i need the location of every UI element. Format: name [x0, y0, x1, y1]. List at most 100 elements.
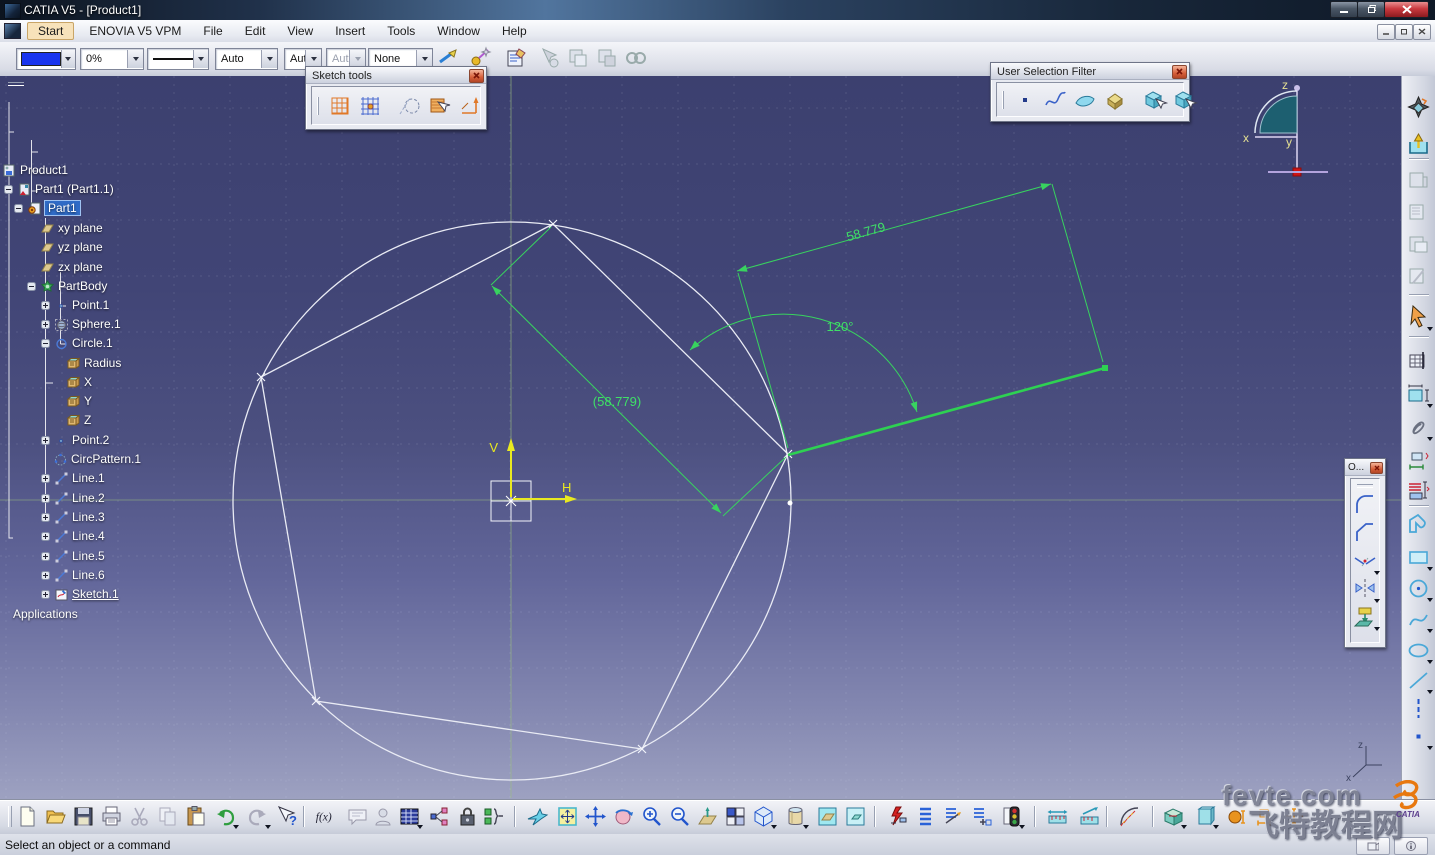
- undo-icon[interactable]: [214, 805, 239, 829]
- minimize-button[interactable]: [1330, 1, 1358, 18]
- mdi-close-button[interactable]: [1413, 24, 1431, 40]
- isometric-view-icon[interactable]: [752, 805, 777, 829]
- curve-filter-icon[interactable]: [1042, 87, 1068, 113]
- normal-view-icon[interactable]: [696, 805, 719, 828]
- multi-view-icon[interactable]: [724, 805, 747, 828]
- curvature-analysis-icon[interactable]: [1118, 805, 1141, 828]
- swap-visible-space-icon[interactable]: [844, 805, 867, 828]
- expand-icon[interactable]: [41, 300, 50, 310]
- whats-this-icon[interactable]: ?: [276, 805, 299, 828]
- tree-node-point2[interactable]: Point.2: [41, 432, 109, 448]
- expand-icon[interactable]: [41, 589, 50, 599]
- intersecting-trap-icon[interactable]: [1142, 87, 1168, 113]
- surface-filter-icon[interactable]: [1072, 87, 1098, 113]
- tree-node-product1[interactable]: Product1: [2, 162, 68, 178]
- expand-icon[interactable]: [41, 570, 50, 580]
- sketch-h-axis[interactable]: [513, 495, 577, 503]
- trim-icon[interactable]: [1352, 548, 1380, 575]
- menu-view[interactable]: View: [276, 22, 324, 40]
- expand-icon[interactable]: [41, 319, 50, 329]
- combo-arrow-icon[interactable]: [193, 50, 208, 68]
- point-icon[interactable]: [1406, 724, 1433, 750]
- rotate-icon[interactable]: [612, 805, 635, 828]
- tree-node-zx-plane[interactable]: zx plane: [40, 259, 103, 275]
- chamfer-icon[interactable]: [1352, 520, 1378, 546]
- palette-title-bar[interactable]: User Selection Filter: [991, 63, 1189, 80]
- save-icon[interactable]: [72, 805, 95, 828]
- dimension-angle-120[interactable]: [689, 313, 918, 413]
- ellipse-icon[interactable]: [1406, 638, 1433, 664]
- list-insert-icon[interactable]: [970, 805, 993, 828]
- parameters-icon[interactable]: [482, 805, 505, 828]
- tree-node-applications[interactable]: Applications: [13, 606, 78, 622]
- collapse-icon[interactable]: [4, 184, 13, 194]
- palette-title-bar[interactable]: O...: [1345, 459, 1385, 476]
- mirror-icon[interactable]: [1352, 576, 1380, 603]
- sketch-analysis-table-icon[interactable]: [1406, 348, 1431, 373]
- user-selection-filter-palette[interactable]: User Selection Filter: [990, 62, 1198, 122]
- formula-icon[interactable]: f(x): [314, 805, 340, 828]
- pan-icon[interactable]: [584, 805, 607, 828]
- fly-mode-icon[interactable]: [526, 805, 549, 828]
- zoom-in-icon[interactable]: [640, 805, 663, 828]
- close-icon[interactable]: [1370, 461, 1383, 474]
- tree-node-circle1[interactable]: Circle.1: [41, 335, 113, 351]
- close-button[interactable]: [1384, 1, 1429, 18]
- menu-help[interactable]: Help: [491, 22, 538, 40]
- open-icon[interactable]: [44, 805, 67, 828]
- menu-edit[interactable]: Edit: [234, 22, 277, 40]
- paste-icon[interactable]: [184, 805, 207, 828]
- menu-insert[interactable]: Insert: [324, 22, 376, 40]
- volume-filter-icon[interactable]: [1102, 87, 1128, 113]
- sketch-v-axis[interactable]: [507, 438, 515, 497]
- scan-list-icon[interactable]: [914, 805, 937, 828]
- menu-window[interactable]: Window: [426, 22, 491, 40]
- tree-node-y-param[interactable]: Y: [66, 393, 92, 409]
- drag-grip[interactable]: [1002, 90, 1004, 109]
- menu-tools[interactable]: Tools: [376, 22, 426, 40]
- project-3d-elements-icon[interactable]: [1352, 604, 1380, 631]
- spline-icon[interactable]: [1406, 607, 1433, 633]
- dim-text-angle[interactable]: 120°: [827, 319, 854, 334]
- drag-grip[interactable]: [8, 82, 24, 86]
- combo-arrow-icon[interactable]: [261, 50, 277, 68]
- auto-constraint-icon[interactable]: [1406, 448, 1431, 473]
- dimensional-constraints-icon[interactable]: [457, 93, 483, 119]
- menu-start[interactable]: Start: [27, 22, 75, 40]
- tree-node-sphere1[interactable]: Sphere.1: [41, 316, 121, 332]
- animate-constraint-icon[interactable]: [1406, 478, 1431, 503]
- line-type-combo[interactable]: [147, 48, 209, 70]
- expand-icon[interactable]: [41, 531, 50, 541]
- tree-node-circpattern1[interactable]: CircPattern.1: [53, 451, 141, 467]
- render-style-icon[interactable]: [784, 805, 809, 829]
- expand-icon[interactable]: [41, 473, 50, 483]
- tree-node-z-param[interactable]: Z: [66, 412, 91, 428]
- drag-grip[interactable]: [317, 96, 319, 115]
- profile-icon[interactable]: [1406, 512, 1431, 537]
- measure-item-icon[interactable]: [1078, 805, 1101, 828]
- exit-workbench-icon[interactable]: [1406, 132, 1431, 157]
- tree-node-xy-plane[interactable]: xy plane: [40, 220, 103, 236]
- expand-icon[interactable]: [41, 435, 50, 445]
- circpattern-line[interactable]: [787, 365, 1108, 457]
- list-edit-icon[interactable]: [942, 805, 965, 828]
- expand-icon[interactable]: [41, 512, 50, 522]
- volume-tool-1-icon[interactable]: [1162, 805, 1187, 829]
- tree-node-x-param[interactable]: X: [66, 374, 92, 390]
- collapse-icon[interactable]: [41, 338, 50, 348]
- close-icon[interactable]: [469, 68, 484, 83]
- update-icon[interactable]: [886, 805, 909, 828]
- circle-icon[interactable]: [1406, 576, 1433, 602]
- tree-node-line6[interactable]: Line.6: [41, 567, 105, 583]
- expand-icon[interactable]: [41, 493, 50, 503]
- opacity-combo[interactable]: 0%: [80, 48, 144, 70]
- menu-file[interactable]: File: [192, 22, 233, 40]
- design-table-icon[interactable]: [398, 805, 423, 829]
- line-weight-combo[interactable]: Auto: [215, 48, 278, 70]
- inside-trap-icon[interactable]: [1172, 87, 1198, 113]
- measure-between-icon[interactable]: [1046, 805, 1069, 828]
- compass-top-handle[interactable]: [1294, 85, 1300, 91]
- new-icon[interactable]: [16, 805, 39, 828]
- relations-icon[interactable]: [428, 805, 451, 828]
- graphic-properties-icon[interactable]: [505, 46, 529, 70]
